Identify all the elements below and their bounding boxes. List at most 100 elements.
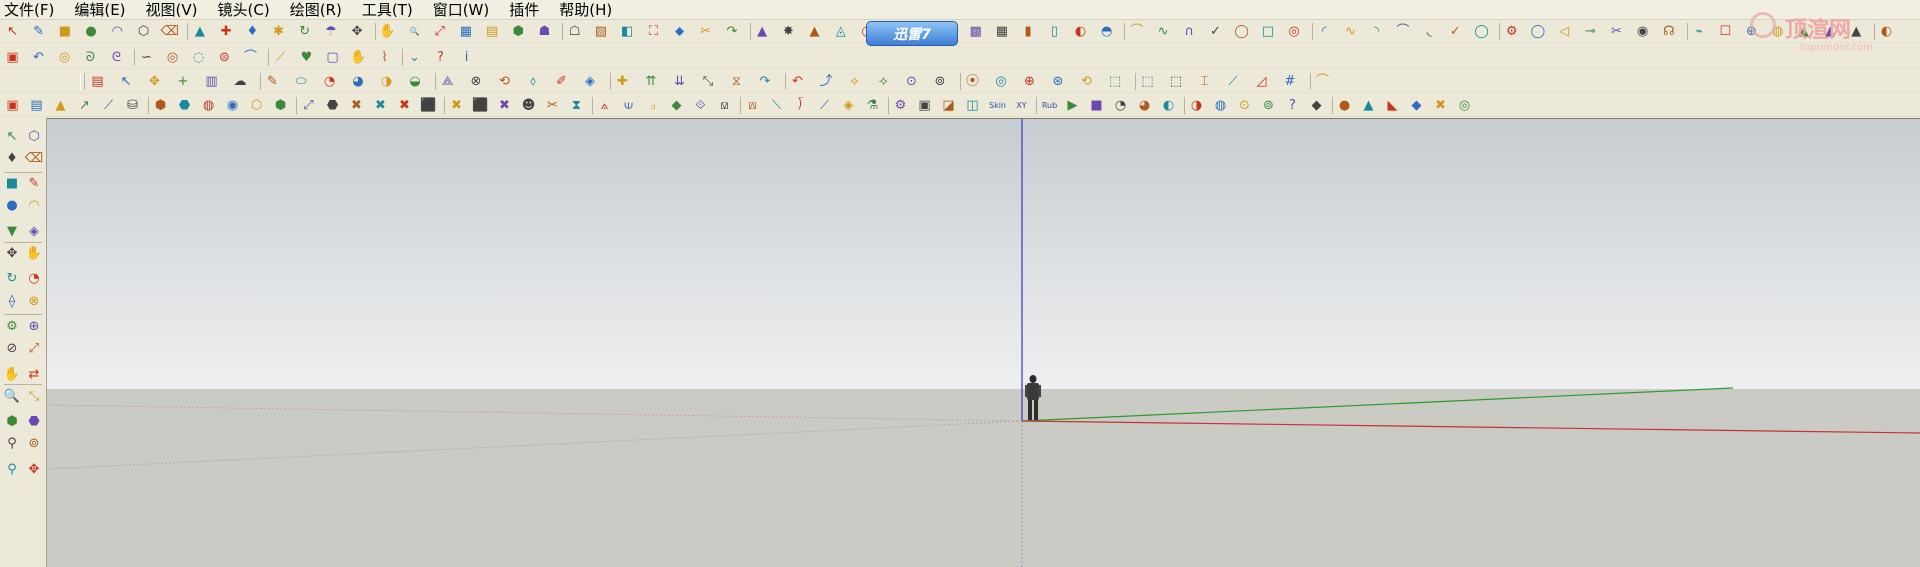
toolbar-tool-icon[interactable]: ⬛: [419, 96, 438, 115]
toolbar-tool-icon[interactable]: ⧗: [567, 96, 586, 115]
toolbar-tool-icon[interactable]: ⟍: [767, 96, 786, 115]
left-tool-icon[interactable]: ⌫: [24, 148, 44, 168]
toolbar-tool-icon[interactable]: ⬣: [323, 96, 342, 115]
toolbar-tool-icon[interactable]: ⌫: [160, 22, 179, 41]
toolbar-tool-icon[interactable]: ◍: [199, 96, 218, 115]
toolbar-tool-icon[interactable]: ▥: [202, 72, 221, 91]
toolbar-tool-icon[interactable]: ⊕: [1020, 72, 1039, 91]
toolbar-tool-icon[interactable]: ⟎: [743, 96, 762, 115]
toolbar-tool-icon[interactable]: ∿: [1341, 22, 1360, 41]
toolbar-tool-icon[interactable]: ⟢: [874, 72, 893, 91]
toolbar-tool-icon[interactable]: ◎: [992, 72, 1011, 91]
toolbar-tool-icon[interactable]: ⟐: [691, 96, 710, 115]
toolbar-tool-icon[interactable]: ?: [431, 48, 450, 67]
toolbar-tool-icon[interactable]: ◪: [939, 96, 958, 115]
toolbar-tool-icon[interactable]: ⬥: [670, 22, 689, 41]
left-tool-icon[interactable]: ⚲: [2, 434, 22, 454]
toolbar-tool-icon[interactable]: ⬡: [247, 96, 266, 115]
toolbar-tool-icon[interactable]: ◉: [223, 96, 242, 115]
toolbar-tool-icon[interactable]: ✂: [696, 22, 715, 41]
toolbar-tool-icon[interactable]: ◍: [1211, 96, 1230, 115]
toolbar-tool-icon[interactable]: ⟑: [595, 96, 614, 115]
toolbar-tool-icon[interactable]: ✓: [1206, 22, 1225, 41]
toolbar-tool-icon[interactable]: ⊙: [1235, 96, 1254, 115]
toolbar-tool-icon[interactable]: ⤢: [299, 96, 318, 115]
toolbar-tool-icon[interactable]: ◔: [1111, 96, 1130, 115]
toolbar-tool-icon[interactable]: ✂: [1607, 22, 1626, 41]
toolbar-tool-icon[interactable]: ▦: [456, 22, 475, 41]
toolbar-tool-icon[interactable]: ⤢: [430, 22, 449, 41]
toolbar-tool-icon[interactable]: ⦿: [963, 72, 982, 91]
toolbar-tool-icon[interactable]: ◓: [1097, 22, 1116, 41]
left-tool-icon[interactable]: ◔: [24, 269, 44, 289]
toolbar-tool-icon[interactable]: ◒: [406, 72, 425, 91]
toolbar-tool-icon[interactable]: ⌒: [241, 48, 260, 67]
toolbar-tool-icon[interactable]: ✐: [552, 72, 571, 91]
toolbar-tool-icon[interactable]: ⊸: [1581, 22, 1600, 41]
left-tool-icon[interactable]: ▼: [2, 221, 22, 241]
left-tool-icon[interactable]: ↻: [2, 269, 22, 289]
toolbar-tool-icon[interactable]: ✖: [447, 96, 466, 115]
toolbar-tool-icon[interactable]: ⟏: [715, 96, 734, 115]
toolbar-tool-icon[interactable]: ⬭: [292, 72, 311, 91]
left-tool-icon[interactable]: 🔍: [2, 386, 22, 406]
toolbar-tool-icon[interactable]: ⚙: [1502, 22, 1521, 41]
toolbar-tool-icon[interactable]: ▦: [992, 22, 1011, 41]
left-tool-icon[interactable]: ⊕: [24, 316, 44, 336]
left-tool-icon[interactable]: ✋: [2, 364, 22, 384]
toolbar-tool-icon[interactable]: ☻: [519, 96, 538, 115]
menu-item[interactable]: 插件: [509, 0, 539, 20]
toolbar-tool-icon[interactable]: ⟡: [845, 72, 864, 91]
left-tool-icon[interactable]: ✋: [24, 244, 44, 264]
toolbar-tool-icon[interactable]: ◜: [1315, 22, 1334, 41]
toolbar-tool-icon[interactable]: ◧: [618, 22, 637, 41]
toolbar-tool-icon[interactable]: ⟋: [99, 96, 118, 115]
toolbar-tool-icon[interactable]: ✋: [349, 48, 368, 67]
toolbar-tool-icon[interactable]: ▲: [753, 22, 772, 41]
toolbar-tool-icon[interactable]: ✖: [395, 96, 414, 115]
left-tool-icon[interactable]: ⊗: [24, 291, 44, 311]
toolbar-tool-icon[interactable]: ☁: [231, 72, 250, 91]
toolbar-tool-icon[interactable]: ✖: [371, 96, 390, 115]
toolbar-tool-icon[interactable]: ✎: [29, 22, 48, 41]
toolbar-tool-icon[interactable]: ⌶: [1195, 72, 1214, 91]
left-tool-icon[interactable]: ⬢: [2, 412, 22, 432]
toolbar-tool-icon[interactable]: ⊚: [1259, 96, 1278, 115]
toolbar-tool-icon[interactable]: ▤: [88, 72, 107, 91]
toolbar-tool-icon[interactable]: ✥: [348, 22, 367, 41]
xunlei-badge[interactable]: 迅雷7: [866, 21, 958, 46]
toolbar-tool-icon[interactable]: ↻: [295, 22, 314, 41]
toolbar-tool-icon[interactable]: ◫: [963, 96, 982, 115]
toolbar-tool-icon[interactable]: ⤴: [817, 72, 836, 91]
toolbar-tool-icon[interactable]: ⟋: [271, 48, 290, 67]
left-tool-icon[interactable]: ■: [2, 174, 22, 194]
toolbar-tool-icon[interactable]: ⤡: [699, 72, 718, 91]
toolbar-tool-icon[interactable]: ◐: [1071, 22, 1090, 41]
toolbar-tool-icon[interactable]: ◎: [1455, 96, 1474, 115]
toolbar-tool-icon[interactable]: ■: [55, 22, 74, 41]
toolbar-tool-icon[interactable]: 🔍: [404, 22, 425, 41]
left-tool-icon[interactable]: ◈: [24, 221, 44, 241]
toolbar-tool-icon[interactable]: ✖: [1431, 96, 1450, 115]
toolbar-tool-icon[interactable]: ◔: [320, 72, 339, 91]
toolbar-tool-icon[interactable]: ◆: [1307, 96, 1326, 115]
toolbar-tool-icon[interactable]: ◎: [163, 48, 182, 67]
toolbar-tool-icon[interactable]: ⬚: [1106, 72, 1125, 91]
toolbar-tool-icon[interactable]: ✚: [217, 22, 236, 41]
left-tool-icon[interactable]: ⊘: [2, 339, 22, 359]
toolbar-tool-icon[interactable]: ✚: [613, 72, 632, 91]
toolbar-tool-icon[interactable]: ✂: [543, 96, 562, 115]
toolbar-tool-icon[interactable]: ▧: [591, 22, 610, 41]
toolbar-tool-icon[interactable]: ◉: [1633, 22, 1652, 41]
left-tool-icon[interactable]: ✎: [24, 174, 44, 194]
toolbar-tool-icon[interactable]: ↷: [722, 22, 741, 41]
toolbar-tool-icon[interactable]: ☖: [565, 22, 584, 41]
left-tool-icon[interactable]: ⤡: [24, 386, 44, 406]
menu-item[interactable]: 窗口(W): [433, 0, 490, 20]
toolbar-tool-icon[interactable]: ⬢: [271, 96, 290, 115]
toolbar-tool-icon[interactable]: ⟲: [495, 72, 514, 91]
toolbar-tool-icon[interactable]: Rub: [1039, 96, 1060, 115]
toolbar-tool-icon[interactable]: □: [1258, 22, 1277, 41]
toolbar-tool-icon[interactable]: ☗: [535, 22, 554, 41]
toolbar-tool-icon[interactable]: i: [457, 48, 476, 67]
